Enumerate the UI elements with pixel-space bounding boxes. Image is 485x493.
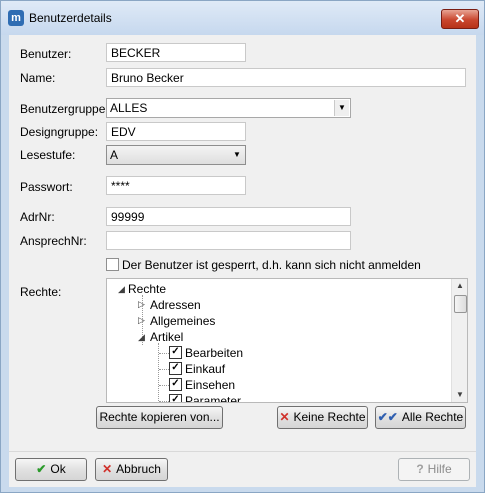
checkbox-checked-icon[interactable]: ✓: [169, 346, 182, 359]
benutzer-field[interactable]: BECKER: [106, 43, 246, 62]
dialog-footer: ✔ Ok ✕ Abbruch ? Hilfe: [9, 451, 476, 487]
red-x-icon: ✕: [279, 410, 290, 424]
red-x-icon: ✕: [102, 462, 113, 476]
benutzergruppe-value: ALLES: [110, 101, 148, 115]
ok-label: Ok: [50, 462, 66, 476]
tree-node-allgemeines[interactable]: Allgemeines: [150, 314, 215, 328]
name-field[interactable]: Bruno Becker: [106, 68, 466, 87]
tree-guide: [159, 353, 169, 354]
gesperrt-label: Der Benutzer ist gesperrt, d.h. kann sic…: [122, 258, 421, 272]
scroll-up-icon[interactable]: ▲: [452, 279, 467, 293]
keine-rechte-label: Keine Rechte: [293, 410, 366, 424]
tree-guide: [159, 401, 169, 402]
ansprechnr-label: AnsprechNr:: [20, 234, 87, 248]
chevron-down-icon: ▼: [334, 100, 349, 116]
tree-node-artikel[interactable]: Artikel: [150, 330, 183, 344]
close-button[interactable]: ✕: [441, 9, 479, 29]
collapsed-triangle-icon[interactable]: ▷: [138, 299, 145, 310]
tree-guide: [159, 369, 169, 370]
rechte-tree[interactable]: ◢ Rechte ▷ Adressen ▷ Allgemeines ◢ Arti…: [106, 278, 468, 403]
adrnr-field[interactable]: 99999: [106, 207, 351, 226]
hilfe-label: Hilfe: [427, 462, 452, 476]
help-icon: ?: [416, 462, 424, 476]
gesperrt-checkbox[interactable]: [106, 258, 119, 271]
scroll-down-icon[interactable]: ▼: [452, 388, 467, 402]
rechte-kopieren-button[interactable]: Rechte kopieren von...: [96, 406, 223, 429]
chevron-down-icon: ▼: [233, 150, 241, 159]
alle-rechte-label: Alle Rechte: [401, 410, 464, 424]
abbruch-label: Abbruch: [116, 462, 161, 476]
checkbox-checked-icon[interactable]: ✓: [169, 394, 182, 402]
expanded-triangle-icon[interactable]: ◢: [138, 332, 145, 343]
designgruppe-label: Designgruppe:: [20, 125, 99, 139]
scroll-thumb[interactable]: [454, 295, 467, 313]
dialog-body: Benutzer: BECKER Name: Bruno Becker Benu…: [9, 35, 476, 451]
tree-item-einsehen[interactable]: Einsehen: [185, 378, 235, 392]
name-label: Name:: [20, 71, 56, 85]
lesestufe-dropdown[interactable]: A ▼: [106, 145, 246, 165]
tree-guide: [158, 343, 159, 402]
keine-rechte-button[interactable]: ✕ Keine Rechte: [277, 406, 368, 429]
tree-root-rechte[interactable]: Rechte: [128, 282, 166, 296]
tree-item-einkauf[interactable]: Einkauf: [185, 362, 225, 376]
ok-button[interactable]: ✔ Ok: [15, 458, 87, 481]
lesestufe-label: Lesestufe:: [20, 148, 76, 162]
app-logo-icon: m: [8, 10, 24, 26]
green-check-icon: ✔: [36, 462, 47, 476]
checkbox-checked-icon[interactable]: ✓: [169, 362, 182, 375]
checkbox-checked-icon[interactable]: ✓: [169, 378, 182, 391]
abbruch-button[interactable]: ✕ Abbruch: [95, 458, 168, 481]
title-bar[interactable]: m Benutzerdetails ✕: [1, 1, 484, 35]
alle-rechte-button[interactable]: ✔✔ Alle Rechte: [375, 406, 466, 429]
benutzergruppe-dropdown[interactable]: ALLES ▼: [106, 98, 351, 118]
dialog-window: m Benutzerdetails ✕ Benutzer: BECKER Nam…: [0, 0, 485, 493]
rechte-label: Rechte:: [20, 285, 62, 299]
ansprechnr-field[interactable]: [106, 231, 351, 250]
double-check-icon: ✔✔: [377, 410, 398, 424]
lesestufe-value: A: [110, 148, 119, 162]
tree-scrollbar[interactable]: ▲ ▼: [451, 279, 467, 402]
hilfe-button[interactable]: ? Hilfe: [398, 458, 470, 481]
benutzer-label: Benutzer:: [20, 47, 72, 61]
adrnr-label: AdrNr:: [20, 210, 55, 224]
window-title: Benutzerdetails: [29, 11, 112, 25]
designgruppe-field[interactable]: EDV: [106, 122, 246, 141]
tree-item-bearbeiten[interactable]: Bearbeiten: [185, 346, 243, 360]
passwort-label: Passwort:: [20, 180, 73, 194]
tree-guide: [159, 385, 169, 386]
collapsed-triangle-icon[interactable]: ▷: [138, 315, 145, 326]
benutzergruppe-label: Benutzergruppe: [20, 102, 106, 116]
passwort-field[interactable]: ****: [106, 176, 246, 195]
tree-node-adressen[interactable]: Adressen: [150, 298, 201, 312]
expanded-triangle-icon[interactable]: ◢: [118, 284, 125, 295]
tree-item-parameter[interactable]: Parameter: [185, 394, 241, 402]
